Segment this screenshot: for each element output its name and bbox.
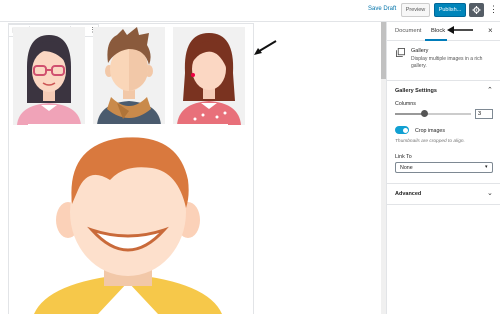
arrow-annotation-icon	[254, 40, 277, 55]
tab-document[interactable]: Document	[395, 28, 421, 34]
more-menu-button[interactable]: ⋮	[489, 3, 498, 17]
close-icon[interactable]: ×	[488, 26, 493, 35]
editor-header: Save Draft Preview Publish... ⋮	[0, 0, 500, 22]
block-description: Display multiple images in a rich galler…	[411, 56, 483, 69]
settings-button[interactable]	[469, 3, 484, 17]
panel-title: Gallery Settings	[395, 88, 437, 94]
save-draft-link[interactable]: Save Draft	[368, 6, 396, 12]
crop-images-label: Crop images	[415, 128, 446, 134]
toggle-knob	[403, 127, 408, 133]
columns-input[interactable]	[475, 109, 493, 119]
columns-slider-track[interactable]	[395, 113, 471, 115]
chevron-down-icon: ▾	[485, 164, 488, 170]
settings-sidebar: Document Block × Gallery Display multipl…	[386, 22, 500, 314]
panel-title: Advanced	[395, 191, 422, 197]
gear-icon	[472, 6, 481, 14]
publish-button[interactable]: Publish...	[434, 3, 466, 17]
advanced-panel-toggle[interactable]: Advanced ⌄	[387, 184, 500, 204]
sidebar-tabs: Document Block ×	[387, 22, 500, 41]
link-to-label: Link To	[395, 154, 412, 160]
chevron-down-icon: ⌄	[487, 190, 493, 197]
tab-block[interactable]: Block	[431, 28, 445, 34]
preview-button[interactable]: Preview	[401, 3, 430, 17]
block-name: Gallery	[411, 48, 429, 54]
gallery-image-woman-brown-hair[interactable]	[173, 27, 245, 125]
block-card: Gallery Display multiple images in a ric…	[387, 41, 500, 81]
columns-label: Columns	[395, 101, 416, 107]
crop-images-toggle[interactable]	[395, 126, 409, 134]
divider	[387, 204, 500, 205]
link-to-select[interactable]: None ▾	[395, 162, 493, 173]
gallery-settings-panel-toggle[interactable]: Gallery Settings ⌃	[387, 81, 500, 101]
crop-images-help: Thumbnails are cropped to align.	[395, 139, 465, 144]
gallery-image-woman-glasses[interactable]	[13, 27, 85, 125]
gallery-image-man-scarf[interactable]	[93, 27, 165, 125]
link-to-value: None	[400, 165, 413, 171]
gallery-icon	[396, 48, 405, 57]
chevron-up-icon: ⌃	[487, 87, 493, 94]
editor-canvas: ▣ ▾ ⊫ ⊞ ⊪ ✎ ⋮	[0, 22, 381, 314]
arrow-annotation-icon	[447, 26, 473, 34]
gallery-image-man-smiling-large[interactable]	[28, 124, 228, 314]
columns-slider-handle[interactable]	[421, 110, 429, 117]
